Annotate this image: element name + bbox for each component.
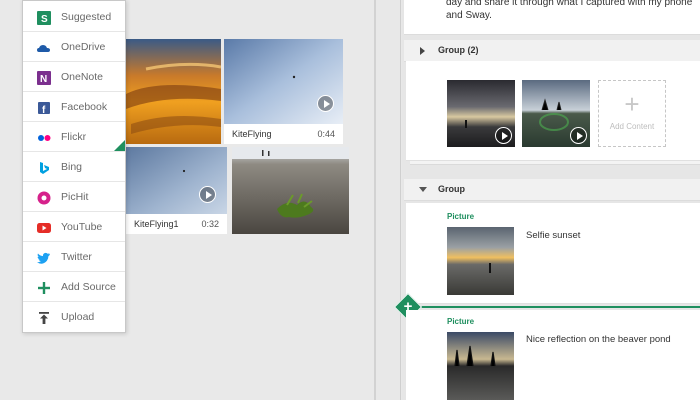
group-video-thumbnail[interactable] [447, 80, 515, 147]
kiteflying1-video-still [126, 147, 227, 214]
menu-item-add-source[interactable]: Add Source [23, 273, 125, 302]
menu-item-upload[interactable]: Upload [23, 303, 125, 332]
play-icon[interactable] [199, 186, 216, 203]
menu-item-onenote[interactable]: N OneNote [23, 63, 125, 92]
video-name: KiteFlying1 [134, 219, 179, 229]
menu-item-label: Suggested [61, 11, 112, 23]
picture-thumbnail[interactable] [447, 332, 514, 400]
facebook-icon: f [38, 102, 50, 115]
menu-item-onedrive[interactable]: OneDrive [23, 33, 125, 62]
group-label: Group (2) [438, 45, 479, 55]
thumbnail-beach-plant[interactable] [232, 147, 349, 234]
group-label: Group [438, 184, 465, 194]
onedrive-cloud-icon [37, 45, 50, 52]
menu-item-flickr[interactable]: Flickr [23, 123, 125, 152]
selected-indicator [114, 140, 125, 151]
menu-item-label: Upload [61, 311, 95, 323]
menu-item-suggested[interactable]: S Suggested [23, 3, 125, 32]
picture-thumbnail[interactable] [447, 227, 514, 295]
menu-item-label: OneNote [61, 71, 104, 83]
picture-caption: Selfie sunset [526, 230, 581, 241]
expand-arrow-icon[interactable] [420, 47, 425, 55]
svg-text:N: N [40, 74, 47, 85]
gutter-divider [400, 0, 401, 400]
group-video-thumbnail[interactable] [522, 80, 590, 147]
menu-item-label: Bing [61, 161, 83, 173]
pichit-icon [37, 191, 51, 205]
menu-item-label: Twitter [61, 251, 92, 263]
video-caption: KiteFlying 0:44 [224, 124, 343, 144]
selfie-sunset-photo [447, 227, 514, 295]
add-content-button[interactable]: + Add Content [598, 80, 666, 147]
card-type-label: Picture [447, 317, 475, 326]
source-menu: S Suggested OneDrive N OneNote f Faceboo… [22, 0, 126, 333]
play-icon[interactable] [495, 127, 512, 144]
video-caption: KiteFlying1 0:32 [126, 214, 227, 234]
card-type-label: Picture [447, 212, 475, 221]
onenote-icon: N [37, 71, 51, 85]
beach-photo [232, 147, 349, 234]
play-icon[interactable] [570, 127, 587, 144]
collapse-arrow-icon[interactable] [419, 187, 427, 192]
video-name: KiteFlying [232, 129, 272, 139]
twitter-icon [37, 252, 50, 264]
menu-item-label: Add Source [61, 281, 116, 293]
video-duration: 0:44 [317, 129, 335, 139]
menu-item-label: YouTube [61, 221, 103, 233]
insert-line [408, 306, 700, 308]
menu-item-bing[interactable]: Bing [23, 153, 125, 182]
add-content-label: Add Content [609, 122, 655, 131]
menu-item-youtube[interactable]: YouTube [23, 213, 125, 242]
flickr-icon [38, 135, 51, 141]
video-duration: 0:32 [201, 219, 219, 229]
svg-text:S: S [41, 14, 48, 25]
thumbnail-sunset-orange[interactable] [126, 39, 221, 144]
group-header-expanded[interactable]: Group [404, 179, 700, 201]
picture-caption: Nice reflection on the beaver pond [526, 334, 671, 345]
play-icon[interactable] [317, 95, 334, 112]
sunset-photo [126, 39, 221, 144]
menu-item-label: OneDrive [61, 41, 106, 53]
thumbnail-kiteflying1[interactable]: KiteFlying1 0:32 [126, 147, 227, 234]
add-content-plus-icon: + [624, 89, 640, 119]
text-card-content: day and share it through what I captured… [446, 0, 693, 21]
thumbnail-kiteflying[interactable]: KiteFlying 0:44 [224, 39, 343, 144]
menu-item-label: PicHit [61, 191, 89, 203]
menu-item-pichit[interactable]: PicHit [23, 183, 125, 212]
upload-icon [39, 312, 49, 324]
menu-item-label: Flickr [61, 131, 87, 143]
beaver-pond-photo [447, 332, 514, 400]
menu-item-twitter[interactable]: Twitter [23, 243, 125, 272]
menu-item-facebook[interactable]: f Facebook [23, 93, 125, 122]
menu-item-label: Facebook [61, 101, 108, 113]
add-source-plus-icon [38, 282, 50, 294]
bing-icon [40, 162, 49, 174]
sway-suggested-icon: S [37, 11, 51, 25]
group-header-collapsed[interactable]: Group (2) [404, 40, 700, 62]
storyline-gutter [376, 0, 402, 400]
youtube-icon [37, 223, 51, 233]
